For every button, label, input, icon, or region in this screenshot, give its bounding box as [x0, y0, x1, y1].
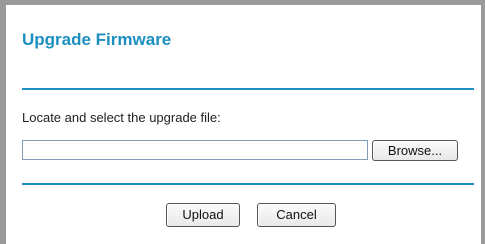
firmware-upgrade-panel: Upgrade Firmware Locate and select the u… [0, 0, 485, 244]
left-frame-border [0, 0, 6, 244]
cancel-button[interactable]: Cancel [257, 203, 336, 227]
browse-button[interactable]: Browse... [372, 140, 458, 161]
file-instruction-label: Locate and select the upgrade file: [22, 110, 221, 125]
upload-button[interactable]: Upload [166, 203, 240, 227]
upgrade-file-input[interactable] [22, 140, 368, 160]
right-frame-border [481, 0, 485, 244]
title-divider [22, 88, 474, 90]
actions-divider [22, 183, 474, 185]
page-title: Upgrade Firmware [22, 30, 172, 49]
top-frame-border [0, 0, 485, 5]
